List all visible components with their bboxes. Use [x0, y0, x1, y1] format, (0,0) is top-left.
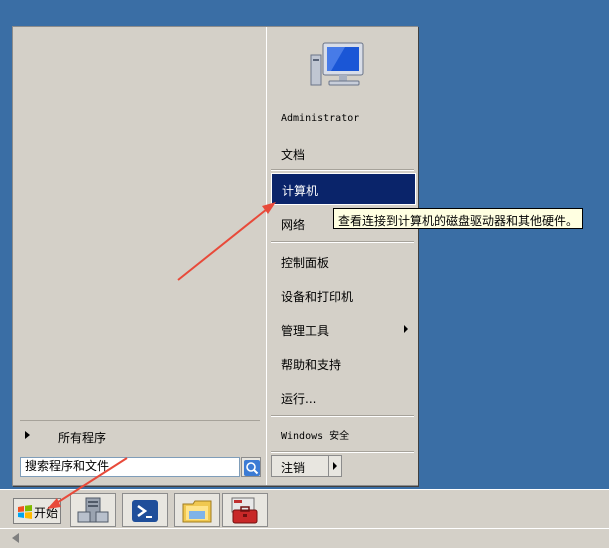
control-panel-item[interactable]: 控制面板 — [271, 246, 414, 276]
user-label: Administrator — [281, 113, 360, 124]
search-icon — [244, 460, 260, 476]
control-panel-label: 控制面板 — [281, 256, 330, 270]
powershell-button[interactable] — [122, 493, 168, 527]
divider — [271, 169, 414, 171]
divider — [271, 241, 414, 243]
taskbar: 开始 — [0, 489, 609, 529]
search-input[interactable] — [25, 458, 225, 474]
devices-printers-label: 设备和打印机 — [281, 290, 354, 304]
windows-security-item[interactable]: Windows 安全 — [271, 419, 414, 449]
search-button[interactable] — [241, 457, 261, 477]
documents-label: 文档 — [281, 148, 306, 162]
divider — [271, 451, 414, 453]
run-label: 运行... — [281, 392, 317, 406]
toolbox-button[interactable] — [222, 493, 268, 527]
logout-button[interactable]: 注销 — [271, 455, 329, 477]
user-item[interactable]: Administrator — [271, 105, 414, 135]
divider — [271, 415, 414, 417]
explorer-icon — [182, 500, 212, 523]
computer-item[interactable]: 计算机 — [271, 173, 416, 205]
recent-programs-area — [18, 30, 267, 420]
shutdown-options-arrow-button[interactable] — [328, 455, 342, 477]
computer-monitor-icon — [307, 37, 373, 97]
start-menu-left-pane: 所有程序 — [13, 27, 267, 485]
explorer-button[interactable] — [174, 493, 220, 527]
divider — [20, 420, 260, 421]
tooltip: 查看连接到计算机的磁盘驱动器和其他硬件。 — [333, 208, 583, 229]
powershell-icon — [132, 500, 158, 522]
help-support-label: 帮助和支持 — [281, 358, 342, 372]
submenu-arrow-icon — [404, 325, 408, 333]
start-menu-right-pane: Administrator 文档 计算机 网络 控制面板 设备和打印机 管理工具… — [266, 27, 418, 485]
admin-tools-item[interactable]: 管理工具 — [271, 314, 414, 344]
windows-logo-icon — [18, 505, 32, 519]
start-button[interactable]: 开始 — [13, 498, 61, 524]
help-support-item[interactable]: 帮助和支持 — [271, 348, 414, 378]
all-programs-item[interactable]: 所有程序 — [21, 425, 259, 447]
server-manager-button[interactable] — [70, 493, 116, 527]
tooltip-text: 查看连接到计算机的磁盘驱动器和其他硬件。 — [338, 214, 579, 228]
documents-item[interactable]: 文档 — [271, 138, 414, 168]
windows-security-label: Windows 安全 — [281, 431, 350, 442]
start-menu: 所有程序 Administrator — [12, 26, 418, 486]
admin-tools-label: 管理工具 — [281, 324, 330, 338]
computer-label: 计算机 — [282, 184, 319, 198]
devices-printers-item[interactable]: 设备和打印机 — [271, 280, 414, 310]
logout-label: 注销 — [281, 461, 306, 475]
start-label: 开始 — [34, 506, 59, 520]
search-box[interactable] — [20, 457, 240, 477]
all-programs-label: 所有程序 — [58, 431, 107, 445]
network-label: 网络 — [281, 218, 306, 232]
expand-triangle-icon — [25, 431, 30, 439]
server-manager-icon — [77, 497, 109, 523]
horizontal-scrollbar[interactable] — [0, 528, 609, 548]
toolbox-icon — [231, 497, 258, 524]
scroll-left-arrow-icon[interactable] — [12, 533, 19, 543]
run-item[interactable]: 运行... — [271, 382, 414, 412]
